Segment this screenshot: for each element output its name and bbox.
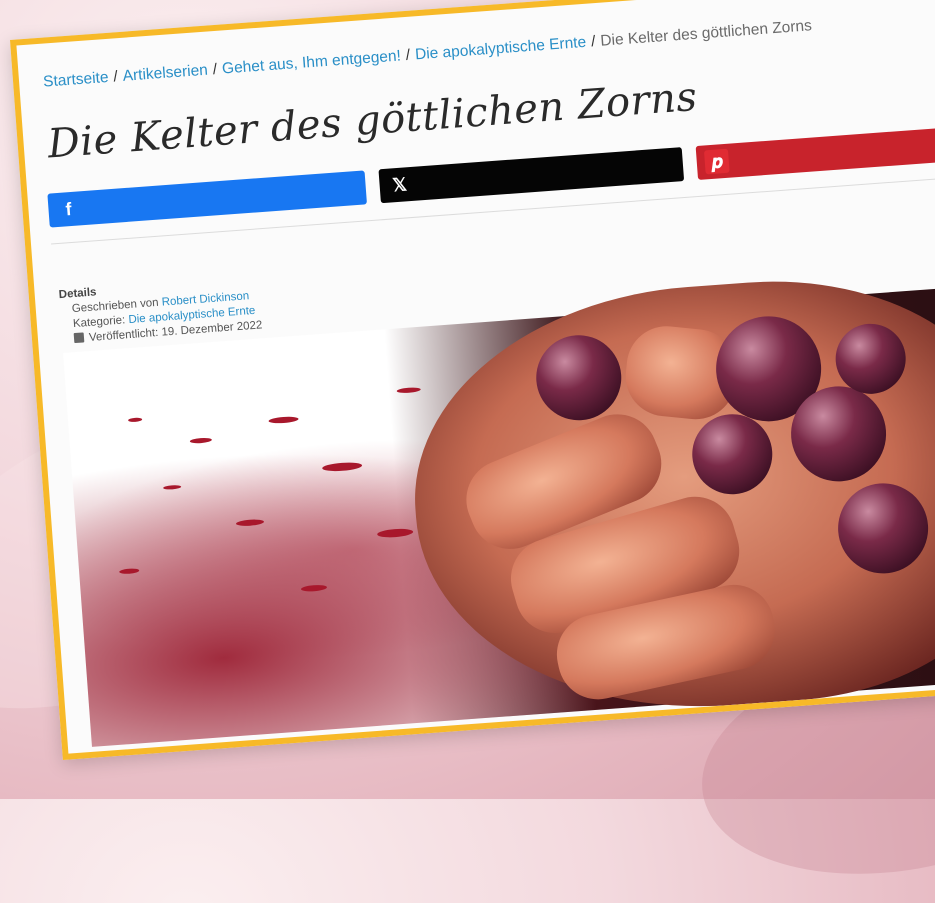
juice-spatter — [321, 461, 363, 473]
breadcrumb-separator: / — [590, 33, 597, 51]
facebook-icon: f — [64, 198, 73, 220]
breadcrumb-link-series[interactable]: Artikelserien — [122, 62, 208, 85]
article-details: Details Geschrieben von Robert Dickinson… — [58, 273, 263, 348]
pinterest-share-button[interactable]: 𝒑 — [695, 124, 935, 180]
breadcrumb-separator: / — [405, 46, 411, 65]
juice-spatter — [376, 527, 414, 539]
x-share-button[interactable]: 𝕏 — [378, 147, 685, 204]
juice-spatter — [300, 584, 328, 593]
juice-spatter — [396, 386, 421, 394]
breadcrumb-separator: / — [212, 60, 218, 79]
juice-spatter — [235, 518, 265, 527]
juice-spatter — [119, 567, 140, 575]
x-icon: 𝕏 — [391, 174, 408, 196]
breadcrumb-current: Die Kelter des göttlichen Zorns — [599, 17, 813, 50]
facebook-share-button[interactable]: f — [47, 170, 367, 228]
breadcrumb-link-category[interactable]: Die apokalyptische Ernte — [414, 34, 586, 64]
pinterest-icon: 𝒑 — [710, 151, 724, 172]
breadcrumb-link-home[interactable]: Startseite — [43, 69, 110, 91]
category-prefix: Kategorie: — [72, 314, 126, 331]
breadcrumb-separator: / — [112, 68, 119, 86]
breadcrumb-link-series-name[interactable]: Gehet aus, Ihm entgegen! — [221, 47, 401, 77]
juice-spatter — [163, 484, 182, 490]
article-card: Startseite / Artikelserien / Gehet aus, Ihm … — [10, 0, 935, 761]
juice-spatter — [189, 437, 213, 444]
juice-spatter — [268, 415, 299, 425]
article-hero-image — [63, 264, 935, 747]
calendar-icon — [73, 332, 85, 344]
breadcrumb: Startseite / Artikelserien / Gehet aus, Ihm … — [43, 17, 813, 91]
juice-spatter — [128, 417, 143, 423]
